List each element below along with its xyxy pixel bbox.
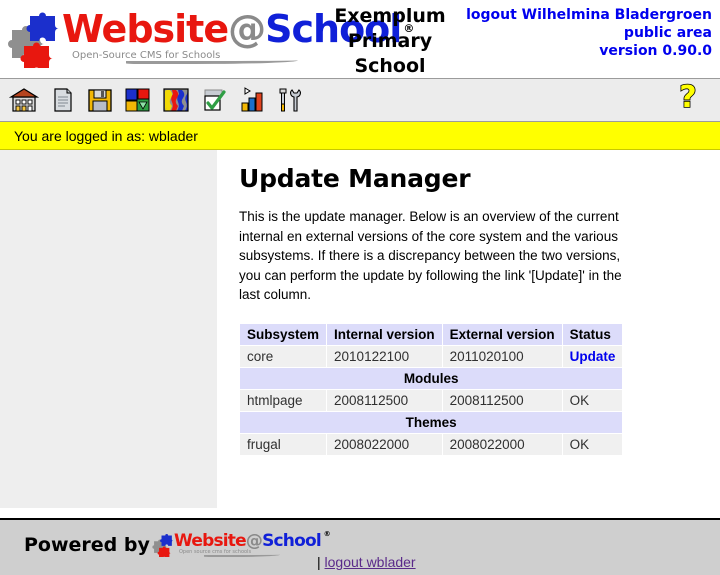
page-root: Website@School ® Open-Source CMS for Sch… xyxy=(0,0,720,575)
powered-by-label: Powered by xyxy=(24,534,150,556)
table-row: core 2010122100 2011020100 Update xyxy=(238,344,624,368)
footer-logo-wordmark: Website@School ® xyxy=(174,530,331,551)
footer-logo-word-website: Website xyxy=(174,531,247,551)
footer-logo-word-school: School xyxy=(262,531,322,551)
table-group-row-modules: Modules xyxy=(238,366,624,390)
cell-subsystem: frugal xyxy=(238,432,328,456)
update-link[interactable]: Update xyxy=(570,349,616,364)
account-info: logout Wilhelmina Bladergroen public are… xyxy=(466,6,712,60)
toolbar-item-statistics[interactable] xyxy=(234,82,270,118)
cell-status[interactable]: Update xyxy=(561,344,624,368)
tools-wrench-icon xyxy=(275,85,305,115)
logo-word-at: @ xyxy=(228,7,266,51)
footer-logout-link[interactable]: logout wblader xyxy=(325,554,416,570)
table-row: frugal 2008022000 2008022000 OK xyxy=(238,432,624,456)
login-status-bar: You are logged in as: wblader xyxy=(0,122,720,150)
cell-internal-version: 2010122100 xyxy=(326,344,443,368)
body-area: Update Manager This is the update manage… xyxy=(0,150,720,510)
cell-status: OK xyxy=(561,388,624,412)
cell-internal-version: 2008112500 xyxy=(326,388,443,412)
floppy-disk-icon xyxy=(85,85,115,115)
cell-external-version: 2008022000 xyxy=(441,432,563,456)
update-table: Subsystem Internal version External vers… xyxy=(238,322,624,456)
table-header-row: Subsystem Internal version External vers… xyxy=(238,322,624,346)
cell-status: OK xyxy=(561,432,624,456)
site-logo[interactable]: Website@School ® Open-Source CMS for Sch… xyxy=(8,6,414,71)
toolbar-item-tasks[interactable] xyxy=(196,82,232,118)
intro-paragraph: This is the update manager. Below is an … xyxy=(239,209,622,302)
help-question-icon: ? xyxy=(672,79,704,121)
puzzle-pieces-icon xyxy=(152,533,176,559)
puzzle-pieces-icon xyxy=(8,10,64,71)
footer-logo[interactable]: Website@School ® Open source cms for sch… xyxy=(152,530,331,560)
area-label: public area xyxy=(623,25,712,41)
table-row: htmlpage 2008112500 2008112500 OK xyxy=(238,388,624,412)
toolbar-item-file-manager[interactable] xyxy=(82,82,118,118)
school-name-line-1: Exemplum xyxy=(334,5,446,27)
cell-subsystem: core xyxy=(238,344,328,368)
logout-user-link[interactable]: logout Wilhelmina Bladergroen xyxy=(466,6,712,24)
column-header-external-version: External version xyxy=(441,322,563,346)
toolbar-item-school[interactable] xyxy=(6,82,42,118)
column-header-status: Status xyxy=(561,322,624,346)
version-label: version 0.90.0 xyxy=(599,43,712,59)
footer-logout-area: | logout wblader xyxy=(317,554,416,570)
page-title: Update Manager xyxy=(239,164,471,193)
school-name: Exemplum Primary School xyxy=(310,4,470,79)
checkbox-tick-icon xyxy=(199,85,229,115)
table-group-row-themes: Themes xyxy=(238,410,624,434)
cell-internal-version: 2008022000 xyxy=(326,432,443,456)
main-content: Update Manager This is the update manage… xyxy=(218,150,720,510)
group-label-themes: Themes xyxy=(238,410,624,434)
footer-logo-swoosh xyxy=(204,553,280,557)
toolbar-item-pages[interactable] xyxy=(44,82,80,118)
svg-text:?: ? xyxy=(679,82,696,115)
toolbar-item-themes[interactable] xyxy=(158,82,194,118)
cell-external-version: 2011020100 xyxy=(441,344,563,368)
footer-logo-word-at: @ xyxy=(245,531,263,551)
themes-palette-icon xyxy=(161,85,191,115)
page-header: Website@School ® Open-Source CMS for Sch… xyxy=(0,0,720,78)
toolbar-item-modules[interactable] xyxy=(120,82,156,118)
cell-subsystem: htmlpage xyxy=(238,388,328,412)
footer-logo-registered-mark: ® xyxy=(323,530,331,538)
school-name-line-2: Primary School xyxy=(347,30,433,77)
logo-swoosh-underline xyxy=(126,58,298,64)
sidebar-panel xyxy=(0,150,218,508)
logo-word-website: Website xyxy=(62,7,229,51)
column-header-subsystem: Subsystem xyxy=(238,322,328,346)
puzzle-modules-icon xyxy=(123,85,153,115)
page-footer: Powered by Website@School ® Open source … xyxy=(0,518,720,575)
login-status-text: You are logged in as: wblader xyxy=(14,127,198,144)
school-house-icon xyxy=(9,85,39,115)
footer-separator: | xyxy=(317,554,321,570)
main-toolbar: ? xyxy=(0,78,720,122)
bar-chart-icon xyxy=(237,85,267,115)
cell-external-version: 2008112500 xyxy=(441,388,563,412)
help-button[interactable]: ? xyxy=(670,79,706,121)
column-header-internal-version: Internal version xyxy=(326,322,443,346)
group-label-modules: Modules xyxy=(238,366,624,390)
toolbar-item-tools[interactable] xyxy=(272,82,308,118)
page-document-icon xyxy=(47,85,77,115)
